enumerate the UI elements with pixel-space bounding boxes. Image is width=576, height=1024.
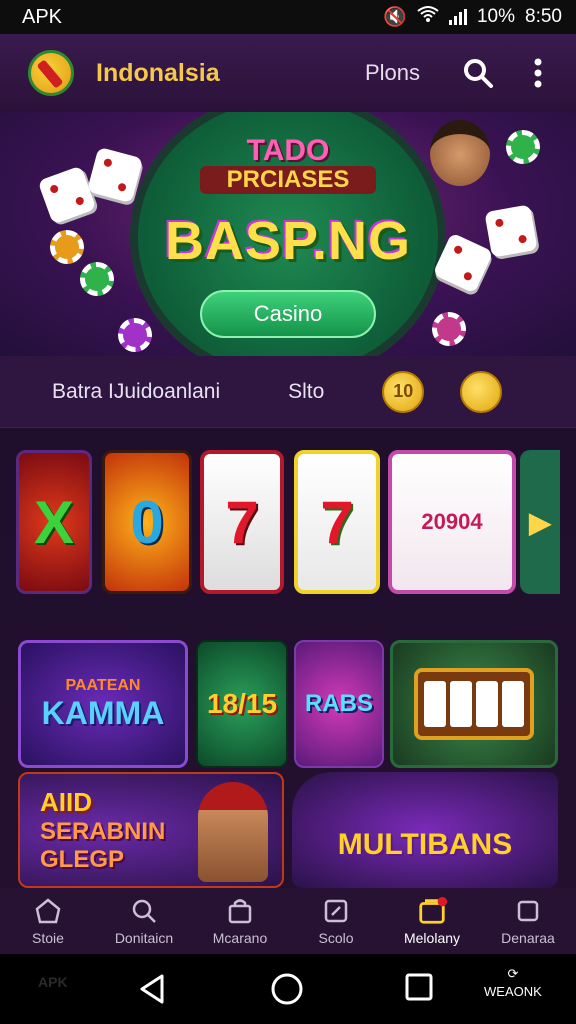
plans-link[interactable]: Plons xyxy=(365,60,420,86)
more-vert-icon[interactable] xyxy=(520,55,556,91)
brand-title: Indonalsia xyxy=(96,58,220,87)
game-title: KAMMA xyxy=(41,694,165,731)
app-bar: Indonalsia Plons xyxy=(0,34,576,112)
category-row: Batra IJuidoanlani Slto 10 xyxy=(0,356,576,428)
coin-icon[interactable]: 10 xyxy=(382,370,425,413)
slot-glyph: 7 xyxy=(320,488,354,556)
game-title: 18/15 xyxy=(206,688,278,719)
slot-machine-icon xyxy=(414,668,534,740)
signal-icon xyxy=(448,9,467,25)
dealer-avatar xyxy=(430,120,490,186)
watermark-label: APK xyxy=(38,974,68,990)
app-logo-icon[interactable] xyxy=(28,50,74,96)
slot-glyph: X xyxy=(33,488,75,556)
nav-label: Mcarano xyxy=(212,930,268,946)
app-root: APK 🔇 10% 8:50 Indonalsia Plons TADO PRC… xyxy=(0,0,576,1024)
slot-glyph: 0 xyxy=(130,488,164,556)
ticket-icon xyxy=(321,896,351,926)
hero-subtitle-bottom: PRCIASES xyxy=(200,166,376,194)
status-bar: APK 🔇 10% 8:50 xyxy=(0,0,576,34)
slot-games-row: X 0 7 7 20904 ▶ xyxy=(16,450,576,596)
search-icon xyxy=(129,896,159,926)
coin-icon[interactable] xyxy=(460,370,503,413)
dice-icon xyxy=(37,165,97,225)
clock: 8:50 xyxy=(525,6,562,27)
game-tile[interactable]: PAATEAN KAMMA xyxy=(18,640,188,768)
status-icons: 🔇 10% 8:50 xyxy=(383,5,562,29)
slot-game-card[interactable]: 7 xyxy=(200,450,284,594)
rotate-icon: ⟳ xyxy=(507,966,519,981)
chip-icon xyxy=(432,312,466,346)
game-tile[interactable]: 18/15 xyxy=(196,640,288,768)
cart-icon xyxy=(417,896,447,926)
chip-icon xyxy=(80,262,114,296)
system-nav-bar: APK ⟳ WEAONK xyxy=(0,954,576,1024)
category-tab-left[interactable]: Batra IJuidoanlani xyxy=(52,380,220,404)
home-circle-icon[interactable] xyxy=(270,972,304,1006)
nav-label: Stoie xyxy=(32,930,64,946)
nav-item-mcarano[interactable]: Mcarano xyxy=(192,888,288,954)
chip-icon xyxy=(118,318,152,352)
scroll-next-arrow[interactable]: ▶ xyxy=(520,450,560,594)
slot-glyph: 20904 xyxy=(421,509,483,534)
dice-icon xyxy=(86,146,144,204)
nav-item-store[interactable]: Stoie xyxy=(0,888,96,954)
bottom-nav: Stoie Donitaicn Mcarano Scolo Melolany D… xyxy=(0,888,576,954)
game-tile[interactable]: MULTIBANS xyxy=(292,772,558,888)
slot-game-card[interactable]: X xyxy=(16,450,92,594)
back-icon[interactable] xyxy=(136,972,170,1006)
dice-icon xyxy=(484,204,538,258)
nav-item-melolany[interactable]: Melolany xyxy=(384,888,480,954)
slot-game-card[interactable]: 0 xyxy=(102,450,192,594)
home-icon xyxy=(33,896,63,926)
slot-game-card[interactable]: 7 xyxy=(294,450,380,594)
nav-label: Donitaicn xyxy=(114,930,174,946)
rotate-label: WEAONK xyxy=(484,984,542,999)
rotate-button[interactable]: ⟳ WEAONK xyxy=(484,966,542,999)
battery-level: 10% xyxy=(476,6,516,27)
nav-label: Scolo xyxy=(318,930,354,946)
category-tab-slots[interactable]: Slto xyxy=(288,380,324,404)
game-title: SERABNIN GLEGP xyxy=(40,817,166,873)
game-tile-slot-machine[interactable] xyxy=(390,640,558,768)
chip-icon xyxy=(50,230,84,264)
slot-game-card[interactable]: 20904 xyxy=(388,450,516,594)
nav-label: Denaraa xyxy=(501,930,555,946)
game-badge: AIID xyxy=(40,786,92,817)
casino-button[interactable]: Casino xyxy=(200,290,376,338)
hero-subtitle-top: TADO xyxy=(246,134,330,167)
chip-icon xyxy=(506,130,540,164)
wifi-icon xyxy=(417,5,439,29)
hero-title: BASP.NG xyxy=(164,211,412,271)
host-avatar xyxy=(198,782,268,882)
nav-label: Melolany xyxy=(403,930,461,946)
chevron-right-icon: ▶ xyxy=(529,506,551,538)
game-tile[interactable]: AIID SERABNIN GLEGP xyxy=(18,772,284,888)
hero-banner[interactable]: TADO PRCIASES BASP.NG Casino xyxy=(0,112,576,356)
mute-icon: 🔇 xyxy=(383,7,407,28)
bag-icon xyxy=(225,896,255,926)
nav-item-denaraa[interactable]: Denaraa xyxy=(480,888,576,954)
game-title: MULTIBANS xyxy=(337,828,513,861)
carrier-label: APK xyxy=(22,5,63,28)
square-icon xyxy=(513,896,543,926)
game-subtitle: PAATEAN xyxy=(65,676,141,694)
nav-item-scolo[interactable]: Scolo xyxy=(288,888,384,954)
recents-icon[interactable] xyxy=(404,972,434,1002)
slot-glyph: 7 xyxy=(225,488,259,556)
search-icon[interactable] xyxy=(460,55,496,91)
nav-item-donations[interactable]: Donitaicn xyxy=(96,888,192,954)
game-title: RABS xyxy=(304,690,373,717)
game-tile[interactable]: RABS xyxy=(294,640,384,768)
